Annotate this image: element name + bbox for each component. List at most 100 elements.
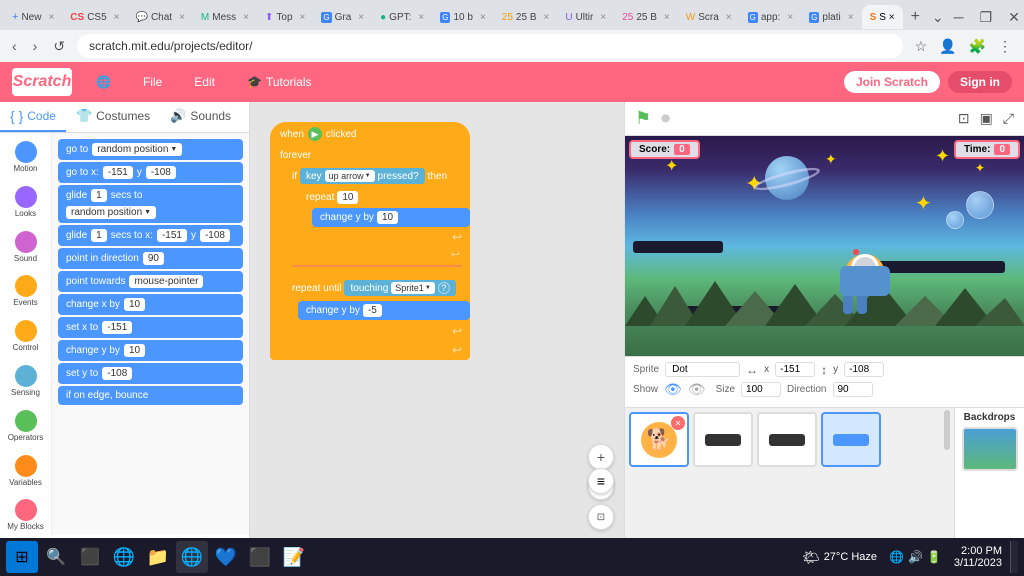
back-btn[interactable]: ‹: [8, 34, 21, 58]
sprite-name-input[interactable]: [665, 362, 740, 377]
sprite-thumb-delete[interactable]: ✕: [671, 416, 685, 430]
tab-sounds[interactable]: 🔊 Sounds: [160, 102, 241, 132]
more-tabs-btn[interactable]: ⌄: [928, 9, 948, 26]
direction-input[interactable]: [833, 382, 873, 397]
tab-25b2[interactable]: 25 25 B ×: [614, 5, 678, 29]
block-goto-xy[interactable]: go to x: -151 y -108: [58, 162, 243, 183]
tab-apps[interactable]: G app: ×: [740, 5, 802, 29]
block-point-towards[interactable]: point towards mouse-pointer: [58, 271, 243, 292]
category-sensing[interactable]: Sensing: [0, 361, 51, 402]
show-label: Show: [633, 384, 658, 395]
sprite-thumb-4[interactable]: [821, 412, 881, 467]
tab-code[interactable]: { } Code: [0, 102, 66, 132]
category-events[interactable]: Events: [0, 271, 51, 312]
join-btn[interactable]: Join Scratch: [844, 71, 940, 93]
sprite-thumb-3[interactable]: [757, 412, 817, 467]
tab-10b[interactable]: G 10 b ×: [432, 5, 494, 29]
green-flag-btn[interactable]: ⚑: [633, 106, 653, 131]
tab-cs[interactable]: CS CS5 ×: [62, 5, 127, 29]
close-btn[interactable]: ✕: [1002, 9, 1024, 26]
show-hidden-btn[interactable]: 👁: [688, 381, 706, 398]
block-change-y-neg5[interactable]: change y by -5: [298, 301, 470, 320]
category-looks[interactable]: Looks: [0, 182, 51, 223]
sprite-thumb-1[interactable]: ✕ 🐕: [629, 412, 689, 467]
x-value-input[interactable]: [775, 362, 815, 377]
bookmark-btn[interactable]: ☆: [911, 34, 932, 59]
block-change-x[interactable]: change x by 10: [58, 294, 243, 315]
tab-scratch[interactable]: S S ×: [862, 5, 903, 29]
costumes-icon: 👕: [76, 108, 92, 124]
costumes-label: Costumes: [96, 109, 150, 123]
search-btn[interactable]: 🔍: [40, 541, 72, 573]
tab-gra[interactable]: G Gra ×: [313, 5, 372, 29]
tab-ulti[interactable]: U Ultir ×: [557, 5, 614, 29]
tab-25b1[interactable]: 25 25 B ×: [494, 5, 558, 29]
start-btn[interactable]: ⊞: [6, 541, 38, 573]
block-glide-xy[interactable]: glide 1 secs to x: -151 y -108: [58, 225, 243, 246]
file-explorer-icon[interactable]: 📁: [142, 541, 174, 573]
zoom-in-btn[interactable]: +: [588, 444, 614, 470]
minimize-btn[interactable]: ─: [948, 9, 970, 25]
edit-menu[interactable]: Edit: [186, 71, 223, 93]
stage-thumb[interactable]: [962, 427, 1018, 471]
block-change-y[interactable]: change y by 10: [58, 340, 243, 361]
tab-gpt[interactable]: ● GPT: ×: [372, 5, 432, 29]
maximize-btn[interactable]: ❐: [974, 9, 999, 26]
tab-costumes[interactable]: 👕 Costumes: [66, 102, 160, 132]
category-variables[interactable]: Variables: [0, 451, 51, 492]
block-when-flag[interactable]: when ▶ clicked: [270, 122, 470, 146]
show-visible-btn[interactable]: 👁: [664, 381, 682, 398]
block-glide-random[interactable]: glide 1 secs to random position ▼: [58, 185, 243, 223]
stage-fullscreen-btn[interactable]: ⤢: [1001, 108, 1016, 129]
script-menu-btn[interactable]: ≡: [588, 468, 614, 494]
word-icon[interactable]: 📝: [278, 541, 310, 573]
sign-in-btn[interactable]: Sign in: [948, 71, 1012, 93]
add-tab-btn[interactable]: +: [907, 8, 924, 26]
block-repeat[interactable]: repeat 10: [298, 188, 470, 207]
tab-new[interactable]: + New ×: [4, 5, 62, 29]
block-set-x[interactable]: set x to -151: [58, 317, 243, 338]
block-set-y[interactable]: set y to -108: [58, 363, 243, 384]
block-repeat-until[interactable]: repeat until touching Sprite1 ▼ ?: [284, 277, 470, 299]
sprite-thumb-2[interactable]: [693, 412, 753, 467]
tab-plat[interactable]: G plati ×: [801, 5, 861, 29]
tutorials-btn[interactable]: 🎓 Tutorials: [239, 71, 320, 93]
file-menu[interactable]: File: [135, 71, 170, 93]
profile-btn[interactable]: 👤: [935, 34, 960, 59]
address-bar[interactable]: [77, 34, 902, 58]
extensions-btn[interactable]: 🧩: [965, 34, 990, 59]
size-input[interactable]: [741, 382, 781, 397]
stage-small-btn[interactable]: ⊡: [956, 108, 972, 129]
globe-btn[interactable]: 🌐: [88, 71, 119, 93]
chrome-icon[interactable]: 🌐: [176, 541, 208, 573]
category-operators[interactable]: Operators: [0, 406, 51, 447]
tab-scra[interactable]: W Scra ×: [678, 5, 740, 29]
category-sound[interactable]: Sound: [0, 227, 51, 268]
menu-btn[interactable]: ⋮: [994, 34, 1016, 59]
block-goto-random[interactable]: go to random position ▼: [58, 139, 243, 160]
weather-text: 27°C Haze: [824, 551, 877, 563]
tab-mess[interactable]: M Mess ×: [193, 5, 257, 29]
block-point-direction[interactable]: point in direction 90: [58, 248, 243, 269]
block-forever[interactable]: forever: [270, 146, 470, 165]
terminal-icon[interactable]: ⬛: [244, 541, 276, 573]
block-change-y-10[interactable]: change y by 10: [312, 208, 470, 227]
show-desktop-btn[interactable]: [1010, 541, 1018, 573]
tab-top[interactable]: ⬆ Top ×: [257, 5, 313, 29]
category-motion[interactable]: Motion: [0, 137, 51, 178]
clock[interactable]: 2:00 PM 3/11/2023: [948, 545, 1008, 569]
forward-btn[interactable]: ›: [29, 34, 42, 58]
category-myblocks[interactable]: My Blocks: [0, 495, 51, 535]
y-value-input[interactable]: [844, 362, 884, 377]
tab-chat[interactable]: 💬 Chat ×: [128, 5, 193, 29]
category-control[interactable]: Control: [0, 316, 51, 357]
stop-btn[interactable]: ⏺: [659, 106, 672, 131]
reload-btn[interactable]: ↺: [49, 34, 69, 59]
stage-medium-btn[interactable]: ▣: [978, 108, 995, 129]
vscode-icon[interactable]: 💙: [210, 541, 242, 573]
block-if-on-edge[interactable]: if on edge, bounce: [58, 386, 243, 405]
zoom-fit-btn[interactable]: ⊡: [588, 504, 614, 530]
edge-icon[interactable]: 🌐: [108, 541, 140, 573]
block-if-key[interactable]: if key up arrow ▼ pressed? then: [284, 165, 470, 187]
task-view-btn[interactable]: ⬛: [74, 541, 106, 573]
